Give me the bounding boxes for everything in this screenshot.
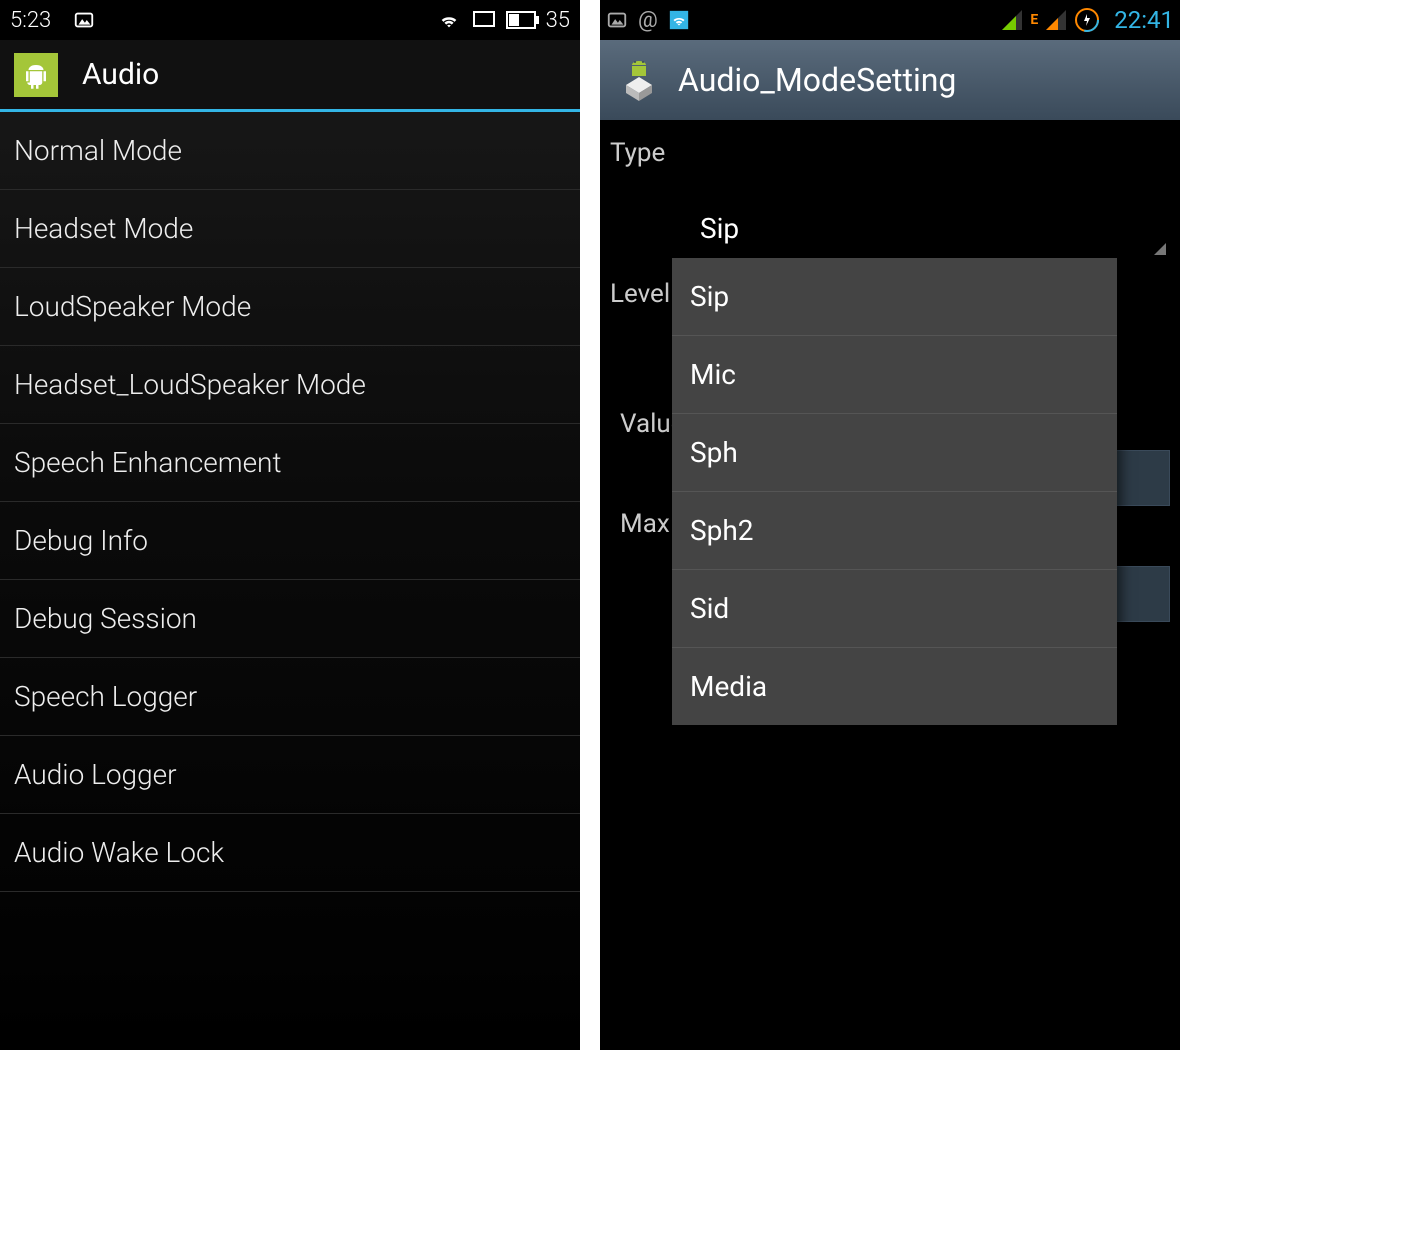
image-icon [73, 9, 95, 31]
chevron-down-icon [1154, 243, 1166, 255]
dropdown-item-media[interactable]: Media [672, 648, 1117, 725]
phone-right: @ E 22:41 [600, 0, 1180, 1050]
android-icon [14, 53, 58, 97]
list-item-audio-wake-lock[interactable]: Audio Wake Lock [0, 814, 580, 892]
type-spinner-value: Sip [700, 212, 739, 245]
list-item-speech-logger[interactable]: Speech Logger [0, 658, 580, 736]
label-type: Type [610, 138, 1170, 168]
app-title: Audio [82, 57, 159, 92]
list-item-normal-mode[interactable]: Normal Mode [0, 112, 580, 190]
type-dropdown: Sip Mic Sph Sph2 Sid Media [672, 258, 1117, 725]
status-time: 5:23 [10, 8, 51, 33]
battery-text: 35 [546, 8, 570, 33]
status-bar: 5:23 35 [0, 0, 580, 40]
list-item-debug-session[interactable]: Debug Session [0, 580, 580, 658]
network-badge: E [1030, 12, 1038, 28]
screen-icon [472, 10, 496, 30]
app-title: Audio_ModeSetting [678, 61, 956, 99]
status-clock: 22:41 [1114, 6, 1174, 34]
dropdown-item-sph2[interactable]: Sph2 [672, 492, 1117, 570]
list-item-speech-enhancement[interactable]: Speech Enhancement [0, 424, 580, 502]
dropdown-item-sid[interactable]: Sid [672, 570, 1117, 648]
wifi-square-icon [668, 9, 690, 31]
list-item-loudspeaker-mode[interactable]: LoudSpeaker Mode [0, 268, 580, 346]
android-box-icon [614, 55, 664, 105]
list-item-audio-logger[interactable]: Audio Logger [0, 736, 580, 814]
list-item-headset-loudspeaker-mode[interactable]: Headset_LoudSpeaker Mode [0, 346, 580, 424]
settings-body: Type Sip Level Value Max Sip Mic Sph Sph… [600, 120, 1180, 587]
dropdown-item-sip[interactable]: Sip [672, 258, 1117, 336]
battery-icon [506, 11, 540, 29]
type-spinner[interactable]: Sip [680, 198, 1170, 259]
at-icon: @ [638, 8, 658, 33]
app-bar: Audio_ModeSetting [600, 40, 1180, 120]
list-item-headset-mode[interactable]: Headset Mode [0, 190, 580, 268]
battery-ring-icon [1074, 7, 1100, 33]
phone-left: 5:23 35 Audio Normal Mode Headse [0, 0, 580, 1050]
signal-1-icon [1002, 10, 1022, 30]
dropdown-item-mic[interactable]: Mic [672, 336, 1117, 414]
list-item-debug-info[interactable]: Debug Info [0, 502, 580, 580]
image-icon [606, 9, 628, 31]
app-bar: Audio [0, 40, 580, 112]
signal-2-icon [1046, 10, 1066, 30]
wifi-icon [436, 9, 462, 31]
settings-list: Normal Mode Headset Mode LoudSpeaker Mod… [0, 112, 580, 892]
dropdown-item-sph[interactable]: Sph [672, 414, 1117, 492]
status-bar: @ E 22:41 [600, 0, 1180, 40]
